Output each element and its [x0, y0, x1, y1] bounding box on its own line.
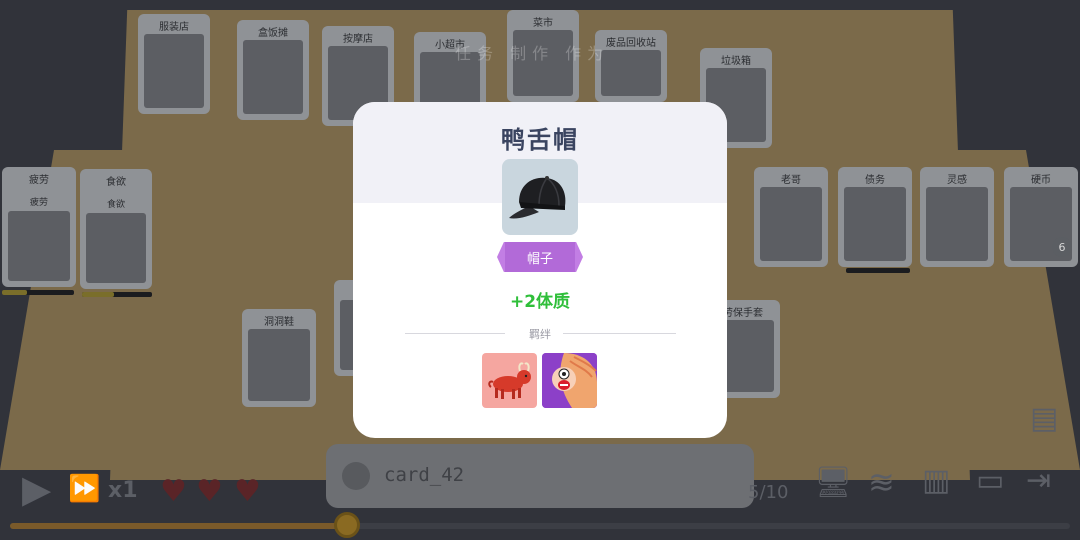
card-title: 债务 — [865, 175, 885, 186]
heart-icon: ♥ — [234, 474, 261, 509]
layers-icon[interactable]: ≋ — [868, 466, 895, 498]
card-title: 垃圾箱 — [721, 56, 751, 67]
card-title: 灵感 — [947, 175, 967, 186]
bull-icon — [488, 362, 531, 399]
baseball-cap-icon — [509, 176, 566, 219]
appetite-meter-fill — [82, 292, 114, 297]
fast-forward-icon[interactable]: ⏩ — [68, 476, 100, 502]
card-title: 盒饭摊 — [258, 28, 288, 39]
recycling-station-art — [601, 50, 661, 96]
card-title: 菜市 — [533, 18, 553, 29]
fatigue-meter — [2, 290, 74, 295]
location-card-lunchbox-stall[interactable]: 盒饭摊 — [237, 20, 309, 120]
bond-label: 羁绊 — [529, 328, 551, 341]
bond-card-scream[interactable] — [542, 353, 597, 408]
time-progress-fill — [10, 523, 350, 529]
fatigue-meter-fill — [2, 290, 28, 295]
computer-icon[interactable]: 🖥 — [814, 468, 852, 498]
sun-icon — [334, 512, 360, 538]
heart-icon: ♥ — [160, 474, 187, 509]
item-image-frame — [502, 159, 578, 235]
map-icon[interactable]: ▥ — [922, 466, 950, 496]
lightbulb-icon — [926, 187, 988, 261]
portrait-art — [760, 187, 822, 261]
character-card-bro[interactable]: 老哥 — [754, 167, 828, 267]
heart-icon: ♥ — [196, 474, 223, 509]
player-name: card_42 — [384, 464, 465, 486]
appetite-meter — [82, 292, 152, 297]
deck-count: 5/10 — [748, 482, 789, 503]
player-bar[interactable]: card_42 — [326, 444, 754, 508]
status-card-inspiration[interactable]: 灵感 — [920, 167, 994, 267]
card-title: 按摩店 — [343, 34, 373, 45]
stomach-icon — [86, 213, 146, 283]
location-card-clothing-store[interactable]: 服装店 — [138, 14, 210, 114]
status-card-appetite[interactable]: 食欲 食欲 — [80, 169, 152, 289]
background-hint-text: 任务 制作 作为 — [455, 44, 610, 63]
card-subtitle: 食欲 — [106, 200, 125, 210]
debt-meter — [846, 268, 910, 273]
card-subtitle: 疲劳 — [29, 198, 48, 208]
card-title: 洞洞鞋 — [264, 317, 294, 328]
card-title: 老哥 — [781, 175, 801, 186]
status-card-debt[interactable]: 债务 — [838, 167, 912, 267]
item-title: 鸭舌帽 — [501, 126, 579, 154]
item-tag: 帽子 — [505, 242, 575, 272]
avatar — [342, 462, 370, 490]
item-card-crocs[interactable]: 洞洞鞋 — [242, 309, 316, 407]
exit-icon[interactable]: ⇥ — [1026, 466, 1051, 496]
item-effect: +2体质 — [509, 292, 571, 312]
item-detail-modal: 鸭舌帽 帽子 +2体质 羁绊 — [353, 102, 727, 438]
status-card-fatigue[interactable]: 疲劳 疲劳 — [2, 167, 76, 287]
shoe-icon — [248, 329, 310, 401]
lunchbox-stall-art — [243, 40, 303, 114]
divider-right — [563, 333, 676, 334]
screaming-face-icon — [542, 353, 597, 408]
play-icon[interactable]: ▶ — [22, 470, 51, 508]
clothing-store-art — [144, 34, 204, 108]
debt-document-icon — [844, 187, 906, 261]
time-progress-bar — [10, 523, 1070, 529]
clipboard-icon[interactable]: ▤ — [1030, 404, 1058, 434]
bond-card-bull[interactable] — [482, 353, 537, 408]
status-card-coins[interactable]: 硬币 6 — [1004, 167, 1078, 267]
card-title: 疲劳 — [29, 175, 49, 186]
coin-count-badge: 6 — [1052, 237, 1072, 257]
card-title: 服装店 — [159, 22, 189, 33]
speed-label[interactable]: x1 — [108, 478, 138, 503]
book-icon[interactable]: ▭ — [976, 466, 1004, 496]
fatigue-icon — [8, 211, 70, 281]
card-title: 食欲 — [106, 177, 126, 188]
card-title: 硬币 — [1031, 175, 1051, 186]
